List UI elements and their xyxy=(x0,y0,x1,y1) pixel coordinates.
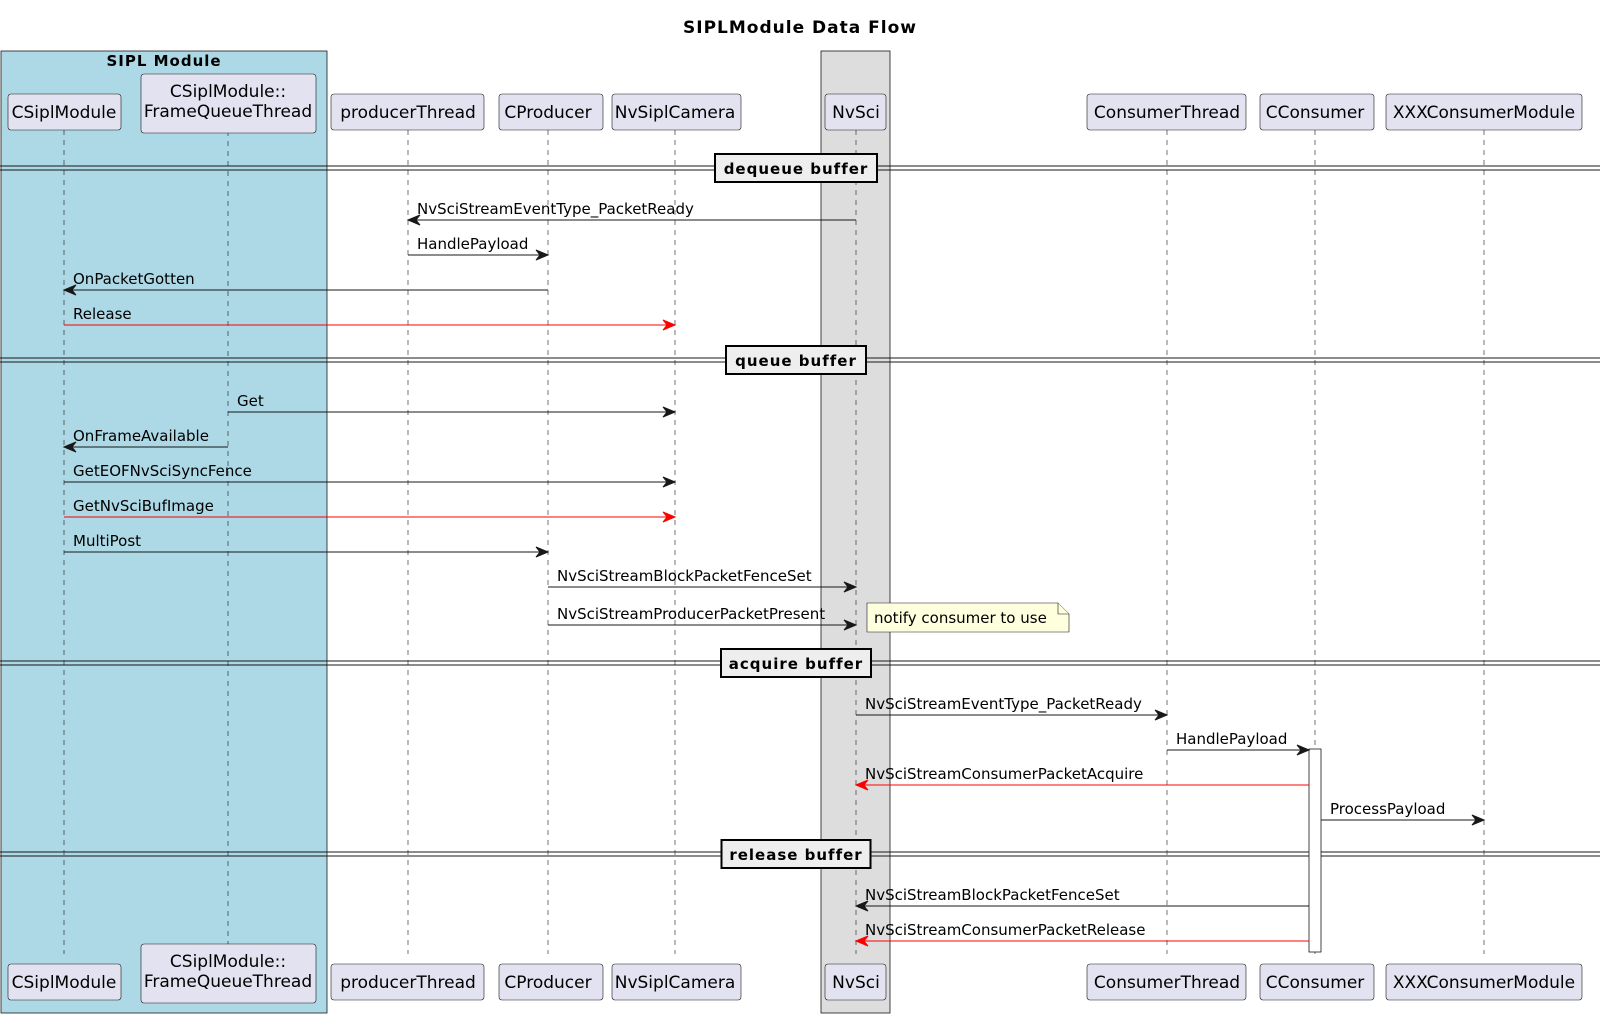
message-nvscistreamconsumerpacketrelease: NvSciStreamConsumerPacketRelease xyxy=(854,921,1309,947)
participant-cconsumer-bottom: CConsumer xyxy=(1259,963,1375,1001)
group-box-sipl xyxy=(0,50,328,1014)
participant-label: CConsumer xyxy=(1266,103,1365,123)
participant-producerthread-top: producerThread xyxy=(330,93,485,131)
sequence-diagram: SIPL Module dequeue buffer queue buffer ac… xyxy=(0,18,1600,1014)
message-label: Get xyxy=(237,392,264,410)
message-label: NvSciStreamBlockPacketFenceSet xyxy=(865,886,1120,904)
participant-label: NvSci xyxy=(832,973,880,993)
participant-xxxconsumermodule-top: XXXConsumerModule xyxy=(1385,93,1583,131)
message-label: HandlePayload xyxy=(1176,730,1287,748)
participant-label: producerThread xyxy=(340,973,476,993)
participant-label: XXXConsumerModule xyxy=(1393,103,1575,123)
participant-csiplmodule-top: CSiplModule xyxy=(7,93,122,131)
participant-framequeuethread-top: CSiplModule::FrameQueueThread xyxy=(140,73,317,134)
participant-consumerthread-bottom: ConsumerThread xyxy=(1086,963,1247,1001)
participant-consumerthread-top: ConsumerThread xyxy=(1086,93,1247,131)
note-box: notify consumer to use xyxy=(866,602,1070,633)
message-handlepayload: HandlePayload xyxy=(1167,730,1311,756)
message-nvscistreamproducerpacketpresent: NvSciStreamProducerPacketPresent xyxy=(548,605,858,631)
participant-cproducer-bottom: CProducer xyxy=(498,963,604,1001)
participant-label: NvSiplCamera xyxy=(615,103,736,123)
participant-label: FrameQueueThread xyxy=(144,102,312,122)
participant-label: CProducer xyxy=(504,973,591,993)
message-label: GetEOFNvSciSyncFence xyxy=(73,462,252,480)
message-processpayload: ProcessPayload xyxy=(1321,800,1486,826)
participant-label: CSiplModule:: xyxy=(170,952,286,972)
participant-nvsiplcamera-bottom: NvSiplCamera xyxy=(611,963,742,1001)
message-label: MultiPost xyxy=(73,532,141,550)
participant-label: FrameQueueThread xyxy=(144,972,312,992)
divider-label: dequeue buffer xyxy=(724,160,869,178)
participant-label: ConsumerThread xyxy=(1094,103,1240,123)
message-label: NvSciStreamEventType_PacketReady xyxy=(865,695,1142,714)
message-label: GetNvSciBufImage xyxy=(73,497,214,515)
message-label: NvSciStreamEventType_PacketReady xyxy=(417,200,694,219)
message-nvscistreameventtype-packetready: NvSciStreamEventType_PacketReady xyxy=(856,695,1169,721)
participant-label: NvSci xyxy=(832,103,880,123)
participant-nvsci-top: NvSci xyxy=(824,93,887,131)
message-label: NvSciStreamConsumerPacketRelease xyxy=(865,921,1145,939)
participant-label: CSiplModule xyxy=(12,973,117,993)
divider-label: acquire buffer xyxy=(729,655,863,673)
message-nvscistreamblockpacketfenceset: NvSciStreamBlockPacketFenceSet xyxy=(548,567,858,593)
participant-framequeuethread-bottom: CSiplModule::FrameQueueThread xyxy=(140,943,317,1004)
message-label: OnPacketGotten xyxy=(73,270,195,288)
participant-cproducer-top: CProducer xyxy=(498,93,604,131)
message-label: NvSciStreamConsumerPacketAcquire xyxy=(865,765,1143,783)
message-handlepayload: HandlePayload xyxy=(408,235,550,261)
message-label: OnFrameAvailable xyxy=(73,427,209,445)
message-nvscistreameventtype-packetready: NvSciStreamEventType_PacketReady xyxy=(406,200,856,226)
divider-label: queue buffer xyxy=(735,352,857,370)
participant-cconsumer-top: CConsumer xyxy=(1259,93,1375,131)
message-nvscistreamblockpacketfenceset: NvSciStreamBlockPacketFenceSet xyxy=(854,886,1309,912)
participant-label: CSiplModule:: xyxy=(170,82,286,102)
participant-nvsiplcamera-top: NvSiplCamera xyxy=(611,93,742,131)
message-label: NvSciStreamBlockPacketFenceSet xyxy=(557,567,812,585)
participant-label: CProducer xyxy=(504,103,591,123)
message-label: NvSciStreamProducerPacketPresent xyxy=(557,605,825,623)
participant-nvsci-bottom: NvSci xyxy=(824,963,887,1001)
participant-xxxconsumermodule-bottom: XXXConsumerModule xyxy=(1385,963,1583,1001)
activation-bar-cconsumer xyxy=(1308,748,1322,953)
participant-producerthread-bottom: producerThread xyxy=(330,963,485,1001)
participant-label: NvSiplCamera xyxy=(615,973,736,993)
participant-csiplmodule-bottom: CSiplModule xyxy=(7,963,122,1001)
participant-label: ConsumerThread xyxy=(1094,973,1240,993)
message-label: Release xyxy=(73,305,132,323)
participant-label: producerThread xyxy=(340,103,476,123)
note-fold-icon xyxy=(1057,603,1069,615)
message-label: HandlePayload xyxy=(417,235,528,253)
message-label: ProcessPayload xyxy=(1330,800,1445,818)
participant-label: XXXConsumerModule xyxy=(1393,973,1575,993)
message-nvscistreamconsumerpacketacquire: NvSciStreamConsumerPacketAcquire xyxy=(854,765,1309,791)
participant-label: CSiplModule xyxy=(12,103,117,123)
diagram-title: SIPLModule Data Flow xyxy=(683,18,917,38)
participant-label: CConsumer xyxy=(1266,973,1365,993)
note-text: notify consumer to use xyxy=(874,609,1047,627)
divider-label: release buffer xyxy=(729,846,862,864)
group-title-sipl: SIPL Module xyxy=(106,52,221,70)
